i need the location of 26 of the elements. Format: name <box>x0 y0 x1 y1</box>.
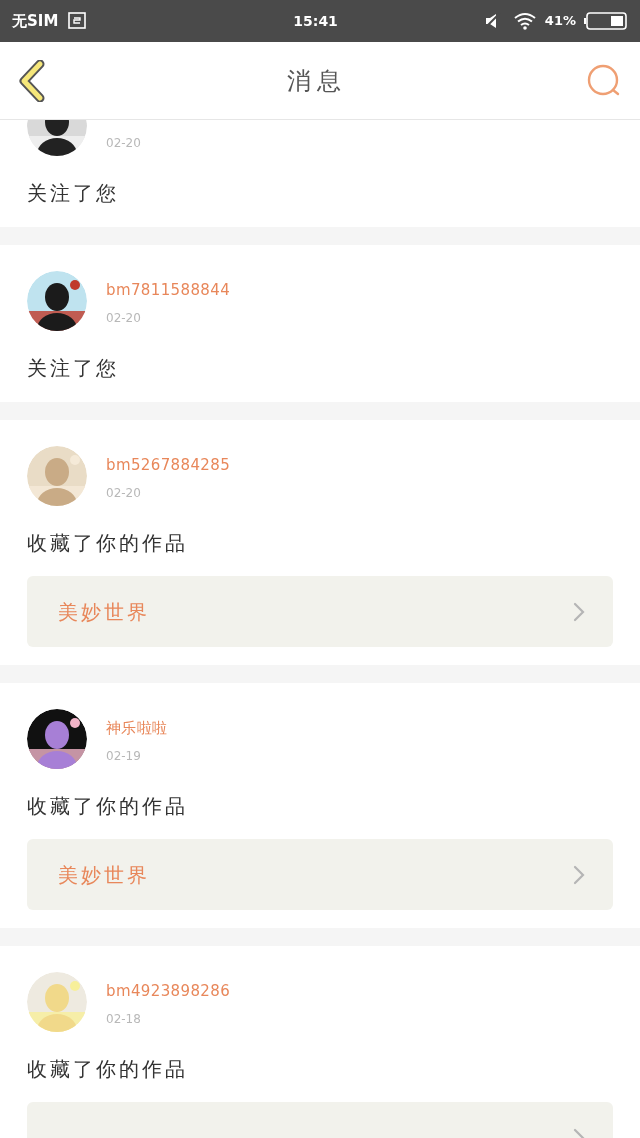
search-icon <box>587 63 621 98</box>
page-title: 消息 <box>287 65 347 97</box>
message-text: 收藏了你的作品 <box>27 532 189 554</box>
user-name[interactable]: bm4923898286 <box>106 982 231 1000</box>
battery-icon <box>584 11 628 31</box>
message-text: 收藏了你的作品 <box>27 795 189 817</box>
carrier-label: 无SIM <box>12 10 59 32</box>
message-date: 02-18 <box>106 1012 142 1026</box>
message-date: 02-20 <box>106 136 141 150</box>
message-text: 收藏了你的作品 <box>27 1058 189 1080</box>
message-date: 02-20 <box>106 486 142 500</box>
work-link[interactable]: 美妙世界 <box>27 576 613 647</box>
wifi-icon <box>512 12 537 30</box>
message-text: 关注了您 <box>27 357 120 379</box>
chevron-right-icon <box>573 864 585 885</box>
user-name[interactable]: bm5267884285 <box>106 456 231 474</box>
battery-percent: 41% <box>544 12 576 31</box>
back-icon <box>18 59 46 102</box>
chevron-right-icon <box>573 601 585 622</box>
message-text: 关注了您 <box>27 182 120 204</box>
work-link[interactable]: 美妙世界 <box>27 839 613 910</box>
message-date: 02-20 <box>106 311 142 325</box>
user-name[interactable]: bm7811588844 <box>106 281 231 299</box>
message-date: 02-19 <box>106 749 142 763</box>
clock: 15:41 <box>292 11 338 31</box>
user-name[interactable]: 神乐啦啦 <box>106 719 168 737</box>
